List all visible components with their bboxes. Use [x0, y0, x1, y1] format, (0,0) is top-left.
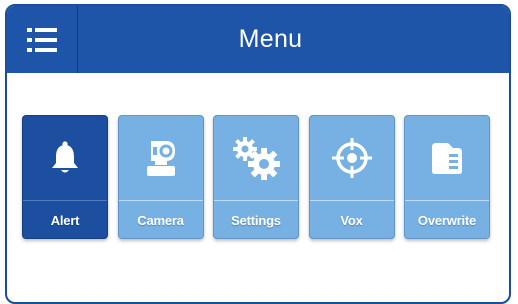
- vox-label: Vox: [340, 213, 363, 228]
- bell-icon: [52, 141, 78, 173]
- alert-tile[interactable]: Alert: [22, 115, 108, 239]
- vox-tile[interactable]: Vox: [308, 115, 395, 239]
- gears-icon: [233, 137, 280, 180]
- list-icon: [27, 27, 57, 52]
- alert-label: Alert: [50, 213, 80, 228]
- camera-icon: [146, 141, 175, 176]
- settings-label: Settings: [231, 213, 281, 228]
- overwrite-label: Overwrite: [417, 213, 477, 228]
- menu-toggle-button[interactable]: [7, 6, 78, 73]
- settings-tile[interactable]: Settings: [213, 115, 299, 239]
- sd-card-icon: [432, 143, 462, 174]
- header-bar: Menu: [7, 6, 509, 73]
- crosshair-icon: [331, 138, 372, 178]
- overwrite-tile[interactable]: Overwrite: [404, 115, 490, 239]
- camera-tile[interactable]: Camera: [117, 115, 204, 239]
- page-title: Menu: [238, 25, 303, 53]
- camera-label: Camera: [137, 213, 184, 228]
- menu-tiles: Alert Camera Settings Vox Overwrite: [22, 115, 500, 239]
